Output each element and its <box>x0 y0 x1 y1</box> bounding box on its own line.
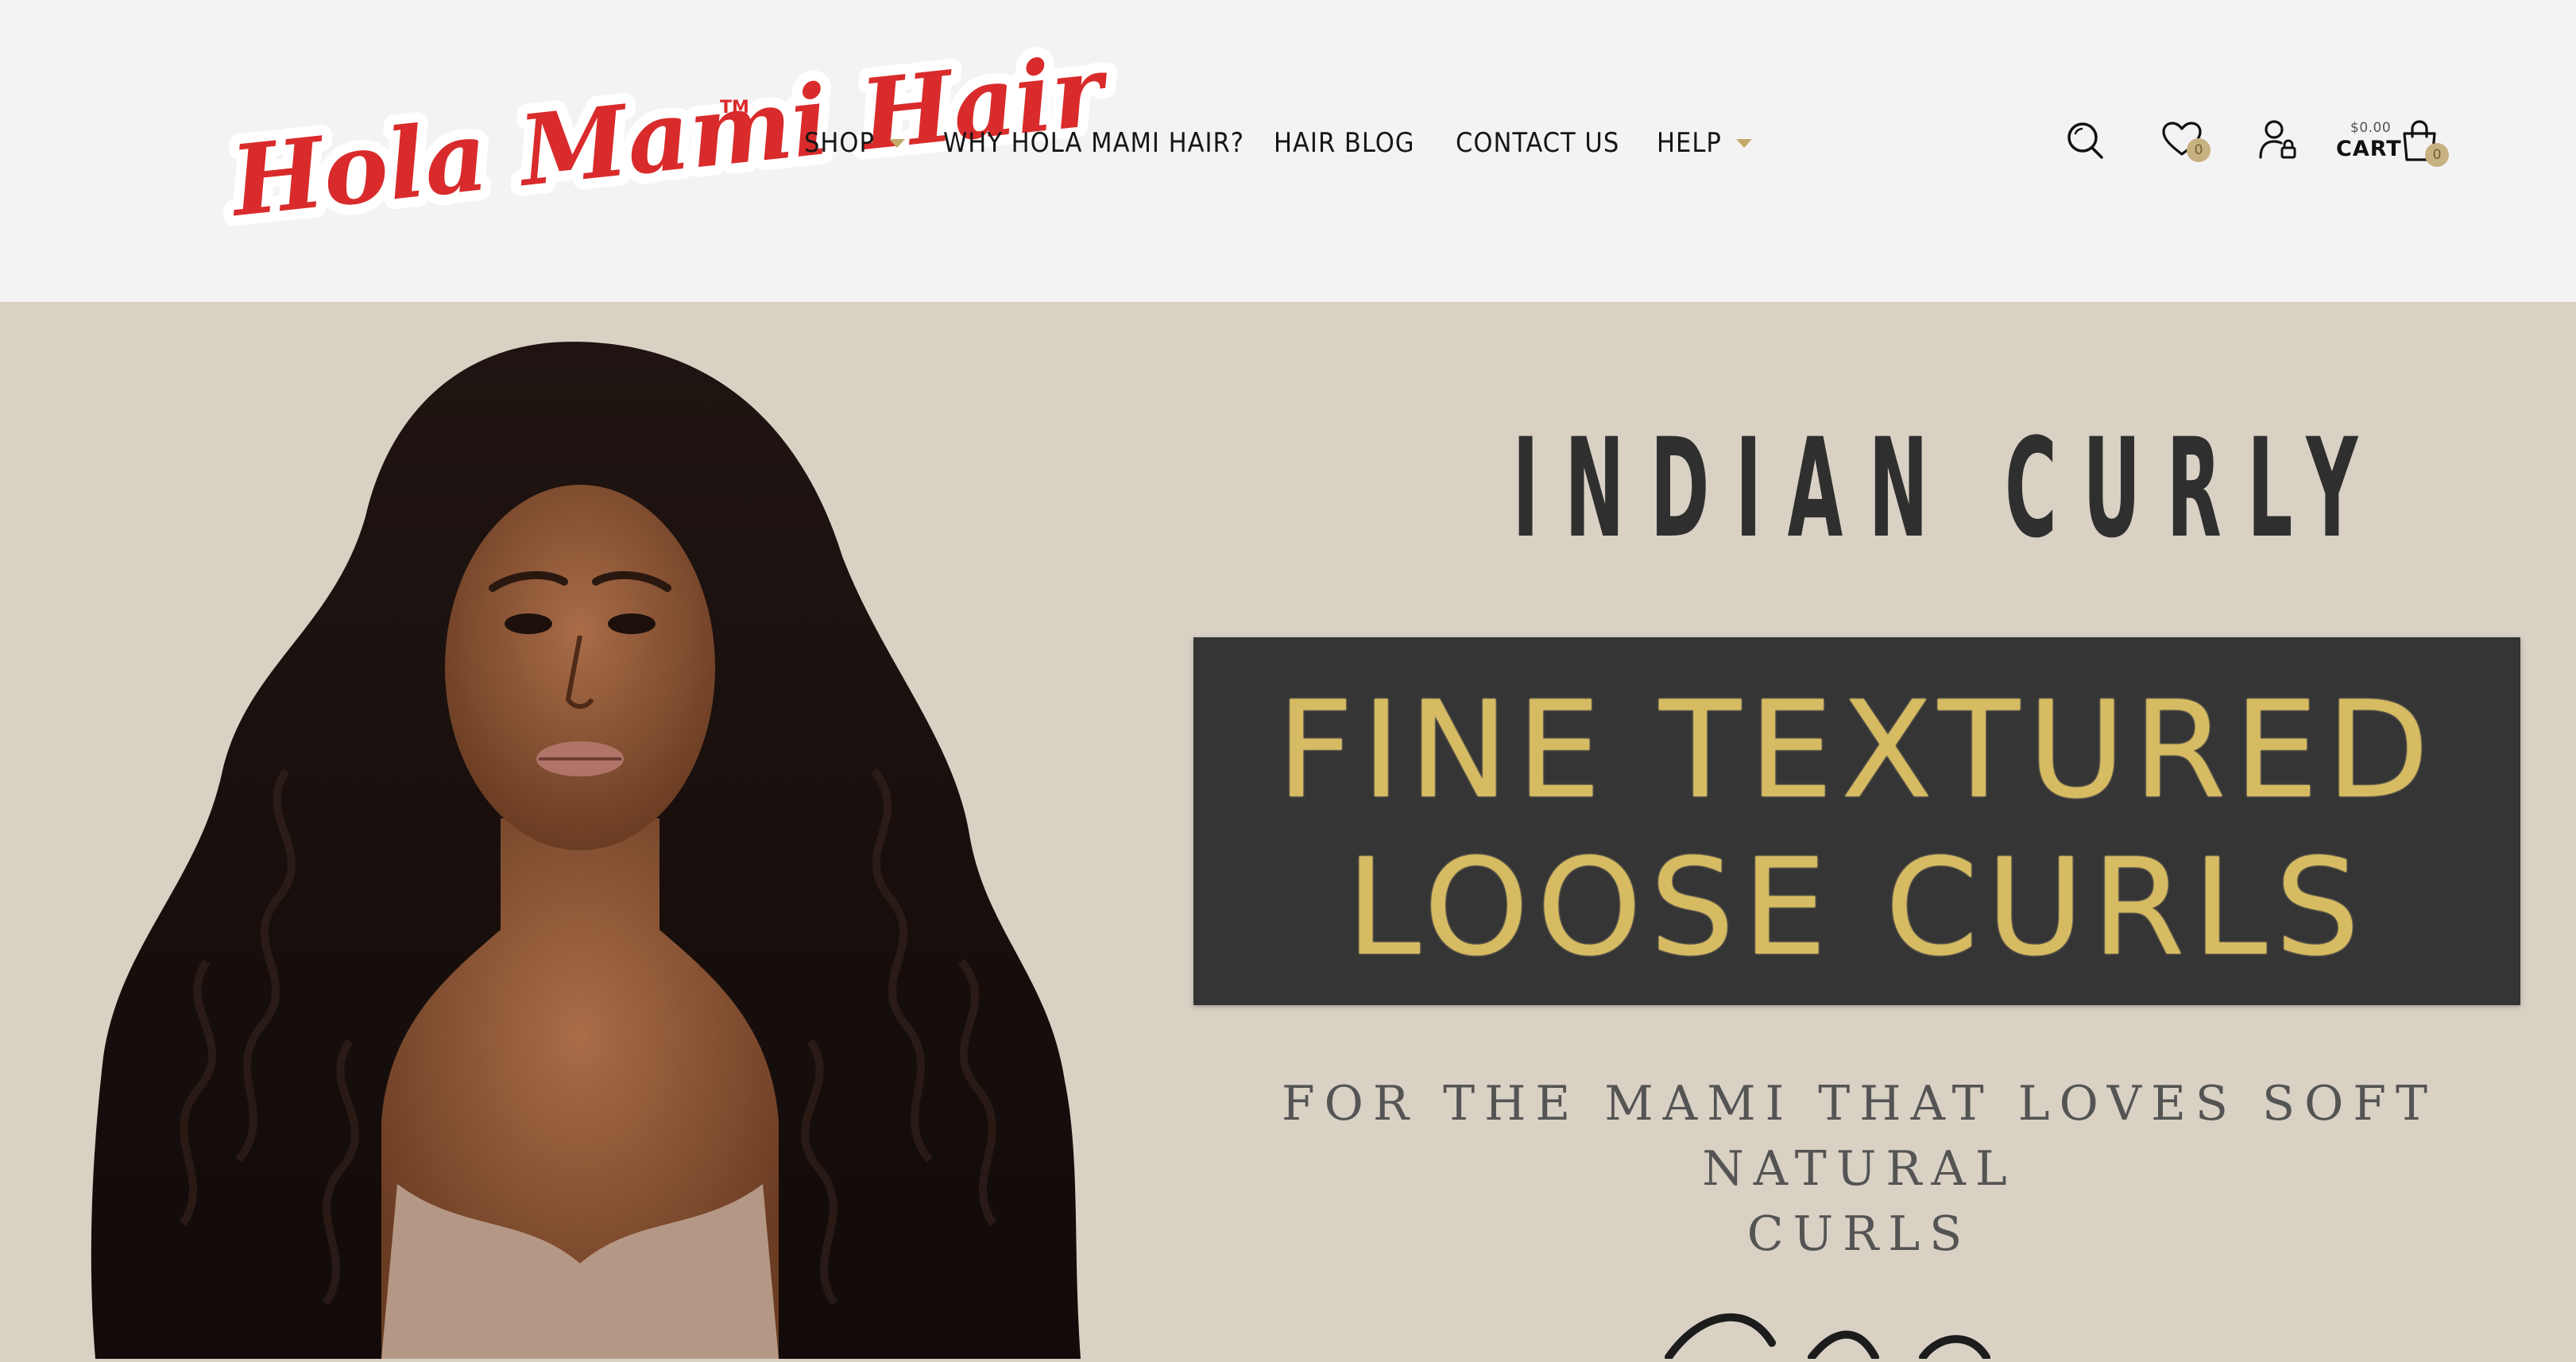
hero-box-line-2: LOOSE CURLS <box>1346 830 2368 985</box>
nav-item-why-hola-mami-hair[interactable]: WHY HOLA MAMI HAIR? <box>943 123 1244 163</box>
chevron-down-icon <box>1735 138 1752 148</box>
nav-item-hair-blog[interactable]: HAIR BLOG <box>1274 123 1415 163</box>
brand-logo[interactable]: Hola Mami Hair Hola Mami Hair TM <box>214 22 1125 249</box>
account-button[interactable] <box>2258 119 2298 161</box>
nav-item-hair-blog-label: HAIR BLOG <box>1274 127 1415 159</box>
brand-logo-graphic: Hola Mami Hair Hola Mami Hair TM <box>214 22 1125 249</box>
hero-box-line-1: FINE TEXTURED <box>1276 672 2438 828</box>
hero-tagline-line-2: CURLS <box>1746 1206 1972 1262</box>
hero-model-image <box>48 326 1097 1359</box>
script-flourish-decoration <box>1665 1313 1990 1359</box>
nav-item-shop-label: SHOP <box>804 127 875 159</box>
site-header: Hola Mami Hair Hola Mami Hair TM SHOP WH… <box>0 0 2576 302</box>
search-button[interactable] <box>2066 121 2104 161</box>
nav-item-why-label: WHY HOLA MAMI HAIR? <box>943 127 1245 159</box>
cart-label[interactable]: CART <box>2336 137 2402 161</box>
hero-model-graphic <box>91 342 1081 1359</box>
user-lock-icon <box>2259 120 2296 159</box>
nav-item-help[interactable]: HELP <box>1657 123 1752 163</box>
svg-text:TM: TM <box>720 98 749 118</box>
search-icon <box>2067 122 2103 159</box>
hero-highlight-box: FINE TEXTURED LOOSE CURLS <box>1193 637 2520 1005</box>
hero-banner[interactable]: INDIAN CURLY FINE TEXTURED LOOSE CURLS F… <box>0 302 2576 1359</box>
hero-headline: INDIAN CURLY <box>1512 408 2384 568</box>
wishlist-count-badge: 0 <box>2187 138 2210 162</box>
nav-item-contact-label: CONTACT US <box>1456 127 1620 159</box>
cart-total-price: $0.00 <box>2350 120 2392 136</box>
nav-item-shop[interactable]: SHOP <box>804 123 905 163</box>
nav-item-help-label: HELP <box>1657 127 1722 159</box>
hero-tagline: FOR THE MAMI THAT LOVES SOFT NATURAL CUR… <box>1144 1071 2574 1267</box>
chevron-down-icon <box>888 138 905 148</box>
hero-tagline-line-1: FOR THE MAMI THAT LOVES SOFT NATURAL <box>1282 1076 2437 1197</box>
cart-count-badge: 0 <box>2425 143 2449 167</box>
nav-item-contact-us[interactable]: CONTACT US <box>1456 123 1619 163</box>
